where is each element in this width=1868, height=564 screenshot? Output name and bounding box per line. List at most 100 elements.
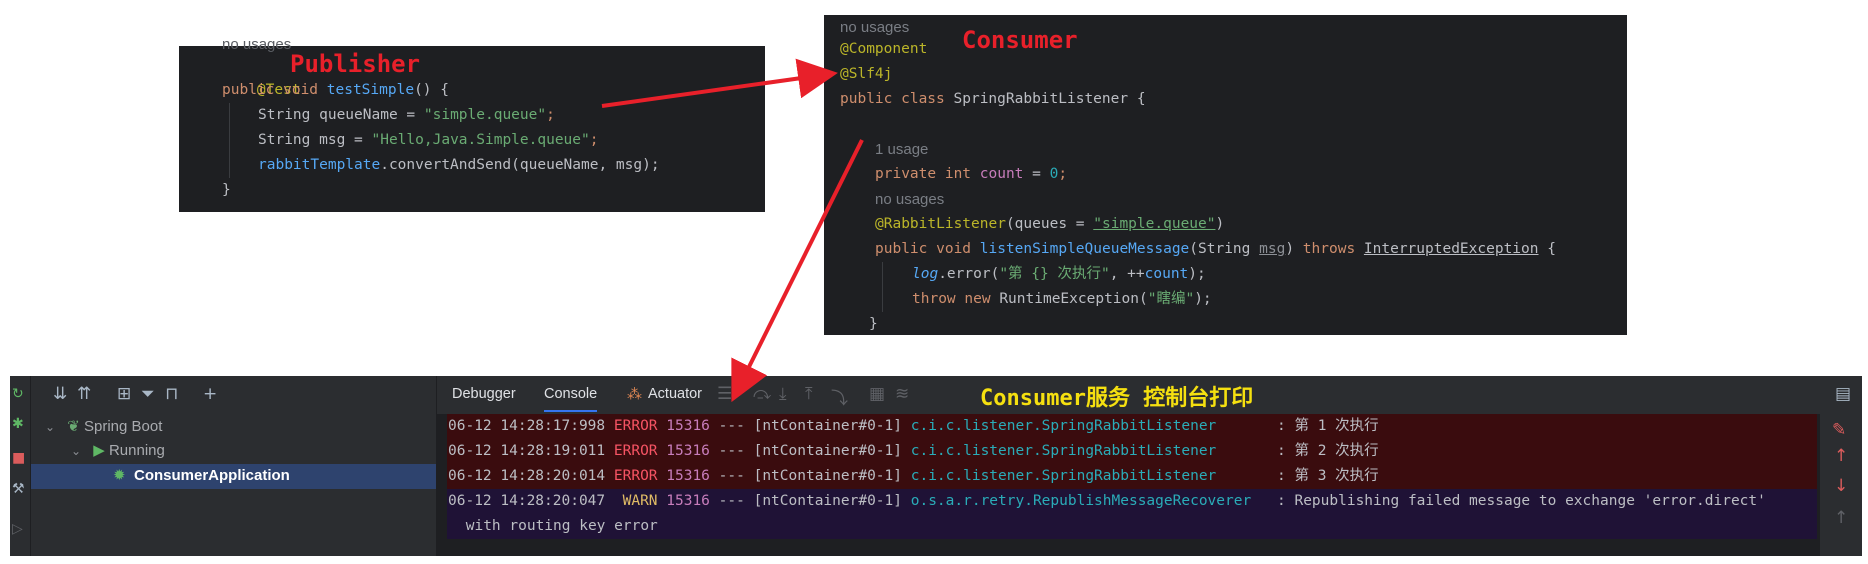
collapse-all-icon[interactable]: ⇈ (77, 384, 91, 404)
indent-guide (882, 262, 883, 312)
tree-item-consumer-application[interactable]: ✹ ConsumerApplication (31, 464, 436, 489)
publisher-code-line-3: String queueName = "simple.queue"; (258, 103, 555, 128)
code-text: { (1538, 241, 1556, 257)
keyword: public void (222, 82, 327, 98)
code-text: .error( (938, 266, 1000, 282)
tree-item-label: ConsumerApplication (134, 467, 290, 484)
method-close-brace: } (869, 316, 878, 332)
publisher-code-line-6: } (222, 178, 231, 203)
log-time: 06-12 14:28:20:014 (448, 468, 606, 484)
method-name: testSimple (326, 82, 415, 98)
log-sep: --- (718, 418, 745, 434)
semicolon: ; (546, 107, 555, 123)
tree-item-spring-boot[interactable]: ⌄ ❦ Spring Boot (45, 417, 162, 435)
usage-hint-none: no usages (875, 191, 945, 208)
tab-console[interactable]: Console (544, 386, 598, 412)
log-line: 06-12 14:28:20:014 ERROR 15316 --- [ntCo… (448, 464, 1216, 489)
log-pid: 15316 (666, 468, 710, 484)
publisher-code-panel: no usages @Test public void testSimple()… (179, 36, 765, 212)
step-over-icon[interactable]: ⤼ (753, 384, 771, 404)
stop-icon[interactable]: ■ (12, 450, 25, 466)
code-text: ); (1188, 266, 1206, 282)
string-literal: "Hello,Java.Simple.queue" (371, 132, 590, 148)
log-logger: c.i.c.listener.SpringRabbitListener (910, 418, 1217, 434)
log-logger: c.i.c.listener.SpringRabbitListener (910, 468, 1217, 484)
param-name: msg (1259, 241, 1286, 257)
expand-all-icon[interactable]: ⇊ (53, 384, 67, 404)
log-sep: --- (718, 493, 745, 509)
wrench-icon[interactable]: ⚒ (12, 481, 25, 497)
publisher-label: Publisher (290, 50, 421, 78)
code-text: RuntimeException( (999, 291, 1148, 307)
tab-actuator[interactable]: Actuator (648, 386, 702, 402)
log-thread: [ntContainer#0-1] (753, 443, 902, 459)
log-time: 06-12 14:28:19:011 (448, 443, 606, 459)
group-icon[interactable]: ⊞ (117, 384, 131, 404)
arrow-up-icon[interactable]: ↑ (1834, 446, 1848, 466)
consumer-code-panel: no usages @Component @Slf4j public class… (824, 15, 1627, 335)
resume-icon[interactable]: ▷ (12, 521, 23, 537)
log-pid: 15316 (666, 418, 710, 434)
spring-boot-icon: ❦ (67, 418, 80, 435)
arrow-down-icon[interactable]: ↓ (1834, 476, 1848, 496)
add-icon[interactable]: + (203, 384, 217, 404)
clear-icon[interactable]: ✎ (1832, 420, 1846, 440)
component-annotation: @Component (840, 41, 928, 57)
code-text: () { (414, 82, 449, 98)
layout-settings-icon[interactable]: ▤ (1835, 384, 1851, 404)
rerun-icon[interactable]: ↻ (12, 386, 24, 402)
consumer-label: Consumer (962, 26, 1078, 54)
scroll-up-icon[interactable]: ↑ (1834, 508, 1848, 528)
log-line: 06-12 14:28:17:998 ERROR 15316 --- [ntCo… (448, 414, 1216, 439)
code-text: String msg = (258, 132, 372, 148)
log-thread: [ntContainer#0-1] (753, 418, 902, 434)
publisher-code-line-5: rabbitTemplate.convertAndSend(queueName,… (258, 153, 660, 178)
log-thread: [ntContainer#0-1] (753, 493, 902, 509)
layout-icon[interactable]: ⊓ (165, 384, 178, 404)
code-text: (queues = (1005, 216, 1094, 232)
log-message: : 第 3 次执行 (1277, 468, 1379, 484)
method-declaration-line: public void listenSimpleQueueMessage(Str… (875, 237, 1556, 262)
tree-item-label: Spring Boot (83, 418, 163, 435)
step-out-icon[interactable]: ⤒ (805, 384, 813, 404)
count-field-line: private int count = 0; (875, 162, 1067, 187)
step-into-icon[interactable]: ⤓ (779, 384, 787, 404)
code-text: } (222, 182, 231, 198)
trace-icon[interactable]: ≋ (895, 384, 909, 404)
publisher-code-line-4: String msg = "Hello,Java.Simple.queue"; (258, 128, 598, 153)
log-level: ERROR (613, 418, 658, 434)
log-logger: o.s.a.r.retry.RepublishMessageRecoverer (910, 493, 1252, 509)
log-level: WARN (622, 493, 658, 509)
keyword: public class (840, 91, 954, 107)
console-output: 06-12 14:28:17:998 ERROR 15316 --- [ntCo… (437, 414, 1820, 556)
log-message: : 第 1 次执行 (1277, 418, 1379, 434)
debug-icon[interactable]: ✱ (12, 416, 24, 432)
string-literal: "simple.queue" (1093, 216, 1216, 232)
tab-debugger[interactable]: Debugger (452, 386, 516, 402)
list-icon[interactable]: ☰ (717, 384, 732, 404)
log-level: ERROR (613, 468, 658, 484)
tree-item-label: Running (108, 442, 165, 459)
bug-icon: ✹ (113, 467, 126, 484)
code-text: String queueName = (258, 107, 424, 123)
filter-icon[interactable]: ⏷ (141, 384, 155, 404)
semicolon: ; (1058, 166, 1068, 182)
log-continuation: with routing key error (457, 518, 658, 534)
code-text: = (1023, 166, 1050, 182)
actuator-icon: ⁂ (627, 386, 642, 403)
run-to-cursor-icon[interactable]: ⤵ (831, 384, 848, 409)
log-error-line: log.error("第 {} 次执行", ++count); (912, 262, 1206, 287)
rabbit-listener-annotation: @RabbitListener (875, 216, 1006, 232)
keyword: private int (875, 166, 980, 182)
keyword: throws (1302, 241, 1364, 257)
indent-guide (229, 103, 230, 178)
log-time: 06-12 14:28:17:998 (448, 418, 606, 434)
log-logger: c.i.c.listener.SpringRabbitListener (910, 443, 1217, 459)
tree-item-running[interactable]: ⌄ ▶ Running (71, 441, 165, 459)
code-text: (String (1189, 241, 1260, 257)
evaluate-icon[interactable]: ▦ (869, 384, 885, 404)
run-tool-window: ↻ ✱ ■ ⚒ ▷ ⇊ ⇈ ⊞ ⏷ ⊓ + ⌄ ❦ Spring Boot ⌄ … (10, 376, 1862, 556)
method-name: listenSimpleQueueMessage (979, 241, 1190, 257)
string-literal: "第 {} 次执行" (999, 266, 1110, 282)
field-name: count (979, 166, 1024, 182)
